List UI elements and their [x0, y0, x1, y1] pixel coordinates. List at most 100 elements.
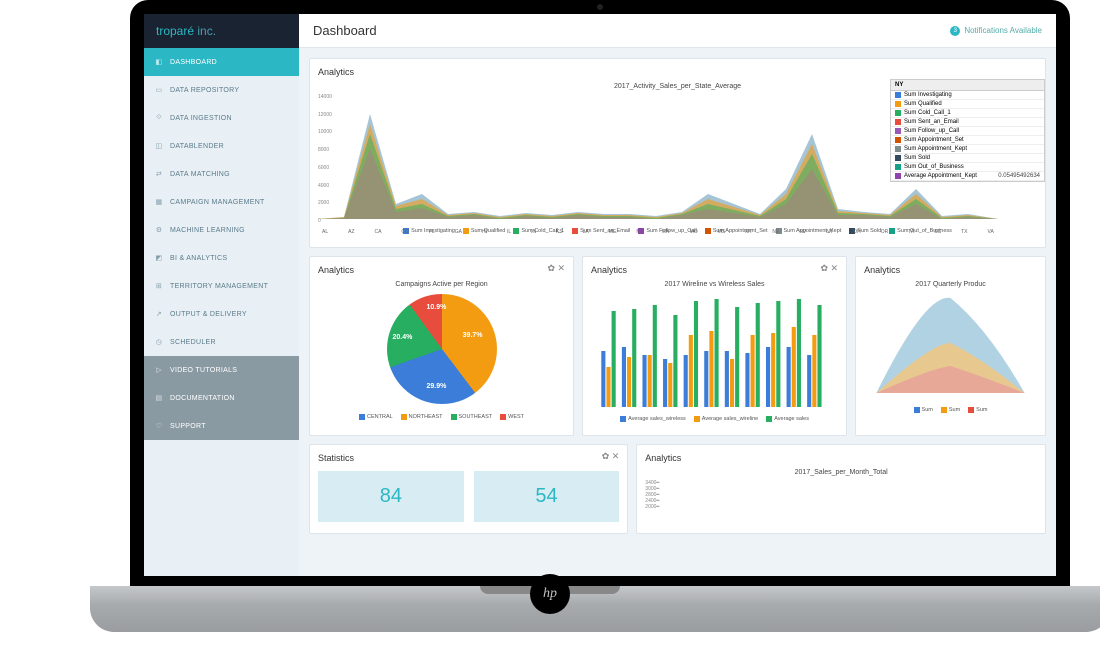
- nav-icon: ↗: [154, 309, 164, 319]
- nav-label: CAMPAIGN MANAGEMENT: [170, 199, 265, 206]
- page-title: Dashboard: [313, 23, 377, 38]
- card-title: Analytics: [591, 265, 838, 275]
- sidebar-item-data-ingestion[interactable]: ⟐ DATA INGESTION: [144, 104, 299, 132]
- card-title: Analytics: [864, 265, 1037, 275]
- nav-label: DATA INGESTION: [170, 115, 232, 122]
- nav-icon: ◫: [154, 141, 164, 151]
- app-screen: troparé inc. ◧ DASHBOARD ▭ DATA REPOSITORY ⟐…: [144, 14, 1056, 576]
- chart-title: 2017_Sales_per_Month_Total: [645, 469, 1037, 476]
- tooltip-row: Sum Appointment_Kept: [891, 145, 1044, 154]
- nav-icon: ⇄: [154, 169, 164, 179]
- brand-name: troparé: [156, 24, 194, 38]
- tooltip-row: Average Appointment_Kept0.05495492634: [891, 172, 1044, 181]
- tooltip-row: Sum Sent_an_Email: [891, 118, 1044, 127]
- hp-logo: hp: [530, 574, 570, 614]
- nav-label: TERRITORY MANAGEMENT: [170, 283, 268, 290]
- legend-item: Average sales_wireless: [620, 416, 686, 422]
- nav-icon: ▦: [154, 197, 164, 207]
- chart-title: 2017 Wireline vs Wireless Sales: [591, 281, 838, 288]
- card-title: Analytics: [318, 67, 1037, 77]
- sidebar-item-campaign-management[interactable]: ▦ CAMPAIGN MANAGEMENT: [144, 188, 299, 216]
- card-title: Statistics: [318, 453, 619, 463]
- legend-item: Average sales: [766, 416, 809, 422]
- stat-card: 54: [474, 471, 620, 522]
- sidebar-item-bi-analytics[interactable]: ◩ BI & ANALYTICS: [144, 244, 299, 272]
- tooltip-row: Sum Investigating: [891, 91, 1044, 100]
- card-pie-campaigns: Analytics ✿ ✕ Campaigns Active per Regio…: [309, 256, 574, 436]
- card-title: Analytics: [645, 453, 1037, 463]
- nav-label: VIDEO TUTORIALS: [170, 367, 237, 374]
- nav-label: DATA MATCHING: [170, 171, 230, 178]
- page-header: Dashboard 3 Notifications Available: [299, 14, 1056, 48]
- legend-item: Sum: [941, 407, 960, 413]
- content: Analytics 2017_Activity_Sales_per_State_…: [299, 48, 1056, 576]
- nav-label: BI & ANALYTICS: [170, 255, 227, 262]
- row-bottom: Statistics ✿ ✕ 84 54 Analytics 2017_Sale…: [309, 444, 1046, 534]
- card-analytics-states: Analytics 2017_Activity_Sales_per_State_…: [309, 58, 1046, 248]
- tooltip-header: NY: [891, 80, 1044, 91]
- sidebar-item-support[interactable]: ♡ SUPPORT: [144, 412, 299, 440]
- sidebar-item-machine-learning[interactable]: ⚙MACHINE LEARNING: [144, 216, 299, 244]
- card-sales-month: Analytics 2017_Sales_per_Month_Total 340…: [636, 444, 1046, 534]
- area-chart-quarterly: [864, 288, 1037, 403]
- sidebar-item-video-tutorials[interactable]: ▷ VIDEO TUTORIALS: [144, 356, 299, 384]
- legend-item: Sum: [914, 407, 933, 413]
- camera-dot: [597, 4, 603, 10]
- notifications-link[interactable]: 3 Notifications Available: [950, 26, 1042, 36]
- nav-label: DATABLENDER: [170, 143, 224, 150]
- pie-chart: 39.7% 29.9% 20.4% 10.9%: [387, 294, 497, 404]
- legend-item: NORTHEAST: [401, 414, 443, 420]
- legend-item: Sum: [968, 407, 987, 413]
- sidebar-item-territory-management[interactable]: ⊞ TERRITORY MANAGEMENT: [144, 272, 299, 300]
- chart-title: 2017 Quarterly Produc: [864, 281, 1037, 288]
- sidebar-item-dashboard[interactable]: ◧ DASHBOARD: [144, 48, 299, 76]
- tooltip-row: Sum Sold: [891, 154, 1044, 163]
- sidebar: troparé inc. ◧ DASHBOARD ▭ DATA REPOSITORY ⟐…: [144, 14, 299, 576]
- card-bars-wireline: Analytics ✿ ✕ 2017 Wireline vs Wireless …: [582, 256, 847, 436]
- sidebar-item-scheduler[interactable]: ◷SCHEDULER: [144, 328, 299, 356]
- brand-logo: troparé inc.: [144, 14, 299, 48]
- tooltip-row: Sum Appointment_Set: [891, 136, 1044, 145]
- nav-icon: ⊞: [154, 281, 164, 291]
- nav-label: DATA REPOSITORY: [170, 87, 239, 94]
- tooltip-row: Sum Cold_Call_1: [891, 109, 1044, 118]
- nav-icon: ◧: [154, 57, 164, 67]
- sidebar-item-output-delivery[interactable]: ↗ OUTPUT & DELIVERY: [144, 300, 299, 328]
- row-mid: Analytics ✿ ✕ Campaigns Active per Regio…: [309, 256, 1046, 436]
- card-actions[interactable]: ✿ ✕: [602, 451, 620, 462]
- stat-value: 54: [488, 485, 606, 508]
- main-area: Dashboard 3 Notifications Available Anal…: [299, 14, 1056, 576]
- card-quarterly: Analytics 2017 Quarterly Produc Sum Sum Su…: [855, 256, 1046, 436]
- legend-item: Average sales_wireline: [694, 416, 758, 422]
- nav-label: DOCUMENTATION: [170, 395, 235, 402]
- nav-icon: ⟐: [154, 113, 164, 123]
- nav-icon: ▤: [154, 393, 164, 403]
- nav-icon: ♡: [154, 421, 164, 431]
- brand-suffix: inc.: [197, 24, 216, 38]
- sidebar-item-documentation[interactable]: ▤ DOCUMENTATION: [144, 384, 299, 412]
- sidebar-item-data-repository[interactable]: ▭ DATA REPOSITORY: [144, 76, 299, 104]
- tooltip-row: Sum Out_of_Business: [891, 163, 1044, 172]
- chart-title: Campaigns Active per Region: [395, 281, 487, 288]
- nav-label: DASHBOARD: [170, 59, 217, 66]
- card-actions[interactable]: ✿ ✕: [547, 263, 565, 274]
- sidebar-item-data-matching[interactable]: ⇄ DATA MATCHING: [144, 160, 299, 188]
- stat-value: 84: [332, 485, 450, 508]
- nav-icon: ▭: [154, 85, 164, 95]
- nav-icon: ▷: [154, 365, 164, 375]
- card-actions[interactable]: ✿ ✕: [820, 263, 838, 274]
- legend-item: SOUTHEAST: [451, 414, 493, 420]
- legend-item: WEST: [500, 414, 524, 420]
- nav-label: OUTPUT & DELIVERY: [170, 311, 247, 318]
- nav-label: MACHINE LEARNING: [170, 227, 245, 234]
- tooltip-row: Sum Follow_up_Call: [891, 127, 1044, 136]
- tooltip-row: Sum Qualified: [891, 100, 1044, 109]
- nav-label: SUPPORT: [170, 423, 206, 430]
- card-title: Analytics: [318, 265, 565, 275]
- nav-label: SCHEDULER: [170, 339, 216, 346]
- nav-icon: ◩: [154, 253, 164, 263]
- sidebar-item-datablender[interactable]: ◫ DATABLENDER: [144, 132, 299, 160]
- stat-card: 84: [318, 471, 464, 522]
- legend-item: CENTRAL: [359, 414, 393, 420]
- bar-chart: [591, 292, 838, 412]
